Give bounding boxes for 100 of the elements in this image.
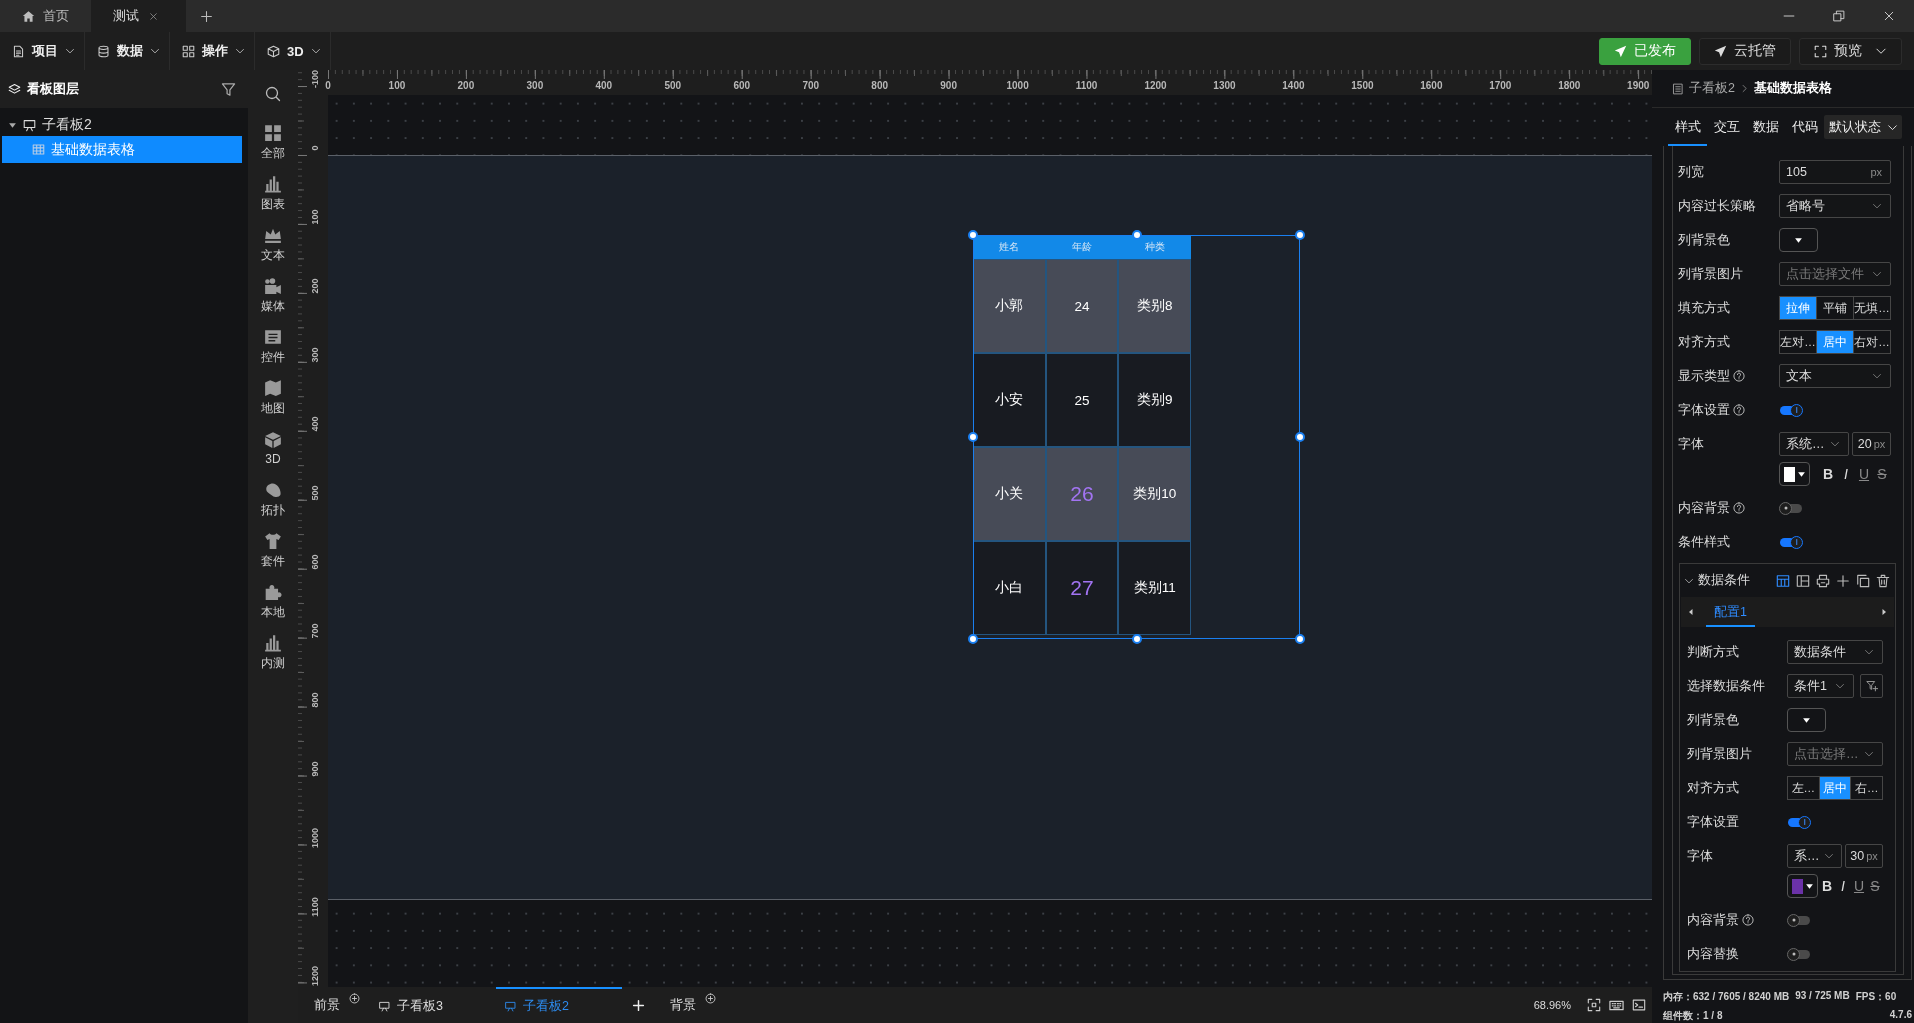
font-size-input[interactable]: 30 px bbox=[1845, 844, 1883, 868]
trash-icon[interactable] bbox=[1876, 573, 1890, 588]
scene-layer-tab[interactable]: 前景 bbox=[298, 987, 370, 1023]
segment-option[interactable]: 平铺 bbox=[1816, 297, 1853, 319]
segment-option[interactable]: 左对… bbox=[1780, 331, 1816, 353]
tree-item[interactable]: 子看板2 bbox=[2, 114, 242, 136]
field-label: 字体设置 bbox=[1678, 401, 1730, 419]
dropdown-select[interactable]: 点击选择文件 bbox=[1779, 262, 1891, 286]
resize-handle[interactable] bbox=[968, 432, 978, 442]
board-tab[interactable]: 子看板2 bbox=[496, 987, 622, 1023]
resize-handle[interactable] bbox=[1131, 634, 1142, 644]
underline-button[interactable]: U bbox=[1855, 462, 1873, 486]
dropdown-select[interactable]: 文本 bbox=[1779, 364, 1891, 388]
toggle-switch[interactable] bbox=[1779, 501, 1803, 515]
dropdown-select[interactable]: 数据条件 bbox=[1787, 640, 1883, 664]
bold-button[interactable]: B bbox=[1819, 874, 1835, 898]
copy-icon[interactable] bbox=[1856, 573, 1870, 588]
help-icon[interactable] bbox=[1742, 914, 1754, 926]
color-picker[interactable] bbox=[1787, 874, 1818, 898]
italic-button[interactable]: I bbox=[1835, 874, 1851, 898]
gpu-memory-usage: 93 / 725 MB bbox=[1795, 990, 1850, 1003]
strikethrough-button[interactable]: S bbox=[1873, 462, 1891, 486]
split-layout-icon[interactable] bbox=[1796, 573, 1810, 588]
panel-tab[interactable]: 数据 bbox=[1746, 108, 1785, 146]
color-picker[interactable] bbox=[1779, 462, 1810, 486]
toggle-switch[interactable] bbox=[1779, 535, 1803, 549]
toolbar-button[interactable]: 预览 bbox=[1799, 37, 1902, 65]
component-category[interactable]: 本地 bbox=[248, 576, 298, 627]
underline-button[interactable]: U bbox=[1851, 874, 1867, 898]
component-category[interactable]: 图表 bbox=[248, 168, 298, 219]
segment-option[interactable]: 无填… bbox=[1853, 297, 1890, 319]
add-filter-button[interactable] bbox=[1860, 674, 1883, 698]
dropdown-select[interactable]: 点击选择… bbox=[1787, 742, 1883, 766]
resize-handle[interactable] bbox=[1295, 634, 1305, 644]
ruler-label: 200 bbox=[310, 278, 320, 294]
field-label: 对齐方式 bbox=[1687, 779, 1739, 797]
segment-option[interactable]: 右对… bbox=[1853, 331, 1890, 353]
toolbar-button[interactable]: 云托管 bbox=[1699, 37, 1791, 65]
resize-handle[interactable] bbox=[1295, 432, 1305, 442]
printer-icon[interactable] bbox=[1816, 573, 1830, 588]
fit-screen-icon[interactable] bbox=[1587, 998, 1601, 1012]
help-icon[interactable] bbox=[1733, 370, 1745, 382]
close-icon[interactable] bbox=[149, 11, 158, 21]
font-family-select[interactable]: 系… bbox=[1787, 844, 1842, 868]
plus-icon[interactable] bbox=[1836, 573, 1850, 588]
ruler-label: 1400 bbox=[1282, 81, 1305, 91]
dropdown-select[interactable]: 条件1 bbox=[1787, 674, 1854, 698]
arrow-right-icon[interactable] bbox=[1880, 608, 1888, 616]
toggle-switch[interactable] bbox=[1779, 403, 1803, 417]
resize-handle[interactable] bbox=[1131, 230, 1142, 240]
strikethrough-button[interactable]: S bbox=[1867, 874, 1883, 898]
font-family-select[interactable]: 系统… bbox=[1779, 432, 1849, 456]
component-category[interactable]: 套件 bbox=[248, 525, 298, 576]
panel-tab[interactable]: 样式 bbox=[1668, 108, 1707, 146]
component-category[interactable]: 地图 bbox=[248, 372, 298, 423]
panel-tab[interactable]: 交互 bbox=[1707, 108, 1746, 146]
caret-icon[interactable] bbox=[8, 120, 17, 130]
document-tab[interactable]: 首页 bbox=[0, 0, 91, 32]
component-category[interactable]: 文本 bbox=[248, 219, 298, 270]
segment-option[interactable]: 右… bbox=[1850, 777, 1882, 799]
breadcrumb-link[interactable]: 子看板2 bbox=[1689, 80, 1735, 97]
toggle-switch[interactable] bbox=[1787, 947, 1811, 961]
field-label: 列背景色 bbox=[1687, 711, 1739, 729]
ruler-label: 1200 bbox=[310, 965, 320, 986]
color-picker[interactable] bbox=[1787, 708, 1826, 732]
segment-option[interactable]: 左… bbox=[1788, 777, 1819, 799]
bold-button[interactable]: B bbox=[1819, 462, 1837, 486]
help-icon[interactable] bbox=[1733, 404, 1745, 416]
component-category[interactable]: 控件 bbox=[248, 321, 298, 372]
dropdown-select[interactable]: 省略号 bbox=[1779, 194, 1891, 218]
state-dropdown[interactable]: 默认状态 bbox=[1824, 115, 1902, 139]
filter-icon[interactable] bbox=[221, 81, 236, 97]
panel-tab[interactable]: 代码 bbox=[1785, 108, 1824, 146]
number-input[interactable]: 105 px bbox=[1779, 160, 1891, 184]
component-category[interactable]: 内测 bbox=[248, 627, 298, 678]
component-category[interactable]: 拓扑 bbox=[248, 474, 298, 525]
component-category[interactable]: 媒体 bbox=[248, 270, 298, 321]
toggle-switch[interactable] bbox=[1787, 913, 1811, 927]
color-picker[interactable] bbox=[1779, 228, 1818, 252]
font-size-input[interactable]: 20 px bbox=[1852, 432, 1891, 456]
terminal-icon[interactable] bbox=[1632, 998, 1646, 1012]
table-cell: 小安 bbox=[973, 353, 1046, 447]
chevron-down-icon bbox=[310, 46, 321, 56]
help-icon[interactable] bbox=[1733, 502, 1745, 514]
resize-handle[interactable] bbox=[968, 230, 978, 240]
board-tab[interactable]: 子看板3 bbox=[370, 987, 496, 1023]
arrow-left-icon[interactable] bbox=[1687, 608, 1695, 616]
document-tab[interactable]: 测试 bbox=[91, 0, 186, 32]
ruler-label: 300 bbox=[310, 347, 320, 363]
resize-handle[interactable] bbox=[1295, 230, 1305, 240]
scene-layer-tab[interactable]: 背景 bbox=[654, 987, 726, 1023]
config-tab[interactable]: 配置1 bbox=[1706, 597, 1755, 627]
resize-handle[interactable] bbox=[968, 634, 978, 644]
component-category[interactable]: 全部 bbox=[248, 117, 298, 168]
toggle-switch[interactable] bbox=[1787, 815, 1811, 829]
table-layout-icon[interactable] bbox=[1776, 573, 1790, 588]
shirt-icon bbox=[264, 531, 282, 550]
italic-button[interactable]: I bbox=[1837, 462, 1855, 486]
component-category[interactable]: 3D bbox=[248, 423, 298, 474]
close-icon bbox=[1883, 10, 1895, 22]
